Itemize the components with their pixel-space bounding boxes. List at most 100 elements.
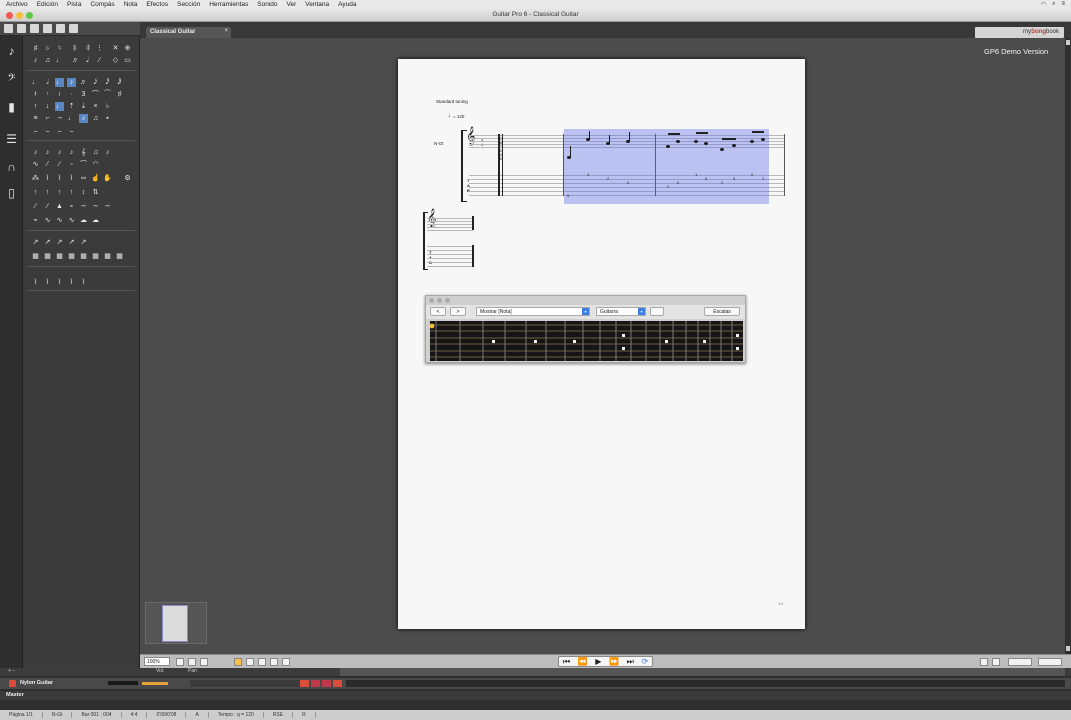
palette-symbol[interactable]: 𝄽 [31,90,40,99]
speed-select[interactable] [1008,658,1032,666]
palette-symbol[interactable]: − [55,128,64,137]
palette-symbol[interactable]: ♮ [55,44,64,53]
track-timeline[interactable] [346,680,1065,687]
palette-symbol[interactable]: ◇ [111,56,120,65]
menu-ver[interactable]: Ver [287,1,297,8]
volume-slider[interactable] [142,682,168,685]
tab-fret-number[interactable]: 1 [695,172,697,177]
palette-symbol[interactable]: ⌒ [79,160,88,169]
menu-ayuda[interactable]: Ayuda [338,1,356,8]
palette-symbol[interactable]: − [67,128,76,137]
close-tab-icon[interactable]: × [224,28,228,34]
palette-symbol[interactable]: ⋮ [95,44,104,53]
palette-symbol[interactable]: ∼ [103,202,112,211]
amp-palette-tab-icon[interactable]: ▮ [5,100,18,114]
palette-symbol-selected[interactable]: ♪ [67,78,76,87]
minimize-window-button[interactable] [437,298,442,303]
scroll-down-arrow-icon[interactable] [1066,646,1070,651]
palette-symbol[interactable]: ▦ [55,252,64,261]
palette-symbol[interactable]: ⌇ [43,174,52,183]
mixer-palette-tab-icon[interactable]: ☰ [5,132,18,146]
palette-symbol[interactable]: ⌐ [43,114,52,123]
palette-symbol[interactable]: ⌇ [67,174,76,183]
palette-symbol[interactable]: ▦ [103,252,112,261]
vertical-view-icon[interactable] [200,658,208,666]
palette-symbol[interactable]: ⌁ [31,216,40,225]
menu-compas[interactable]: Compás [90,1,114,8]
palette-symbol[interactable]: ▦ [67,252,76,261]
note-head[interactable] [732,144,736,147]
tab-fret-number[interactable]: 2 [607,176,609,181]
palette-symbol[interactable]: ♬ [79,78,88,87]
track-name[interactable]: Nylon Guitar [20,680,53,686]
zoom-window-button[interactable] [445,298,450,303]
palette-symbol[interactable]: − [43,128,52,137]
palette-symbol[interactable]: ⌇ [79,278,88,287]
palette-symbol[interactable]: ♩ [31,78,40,87]
palette-symbol[interactable]: 𝅗𝅥 [43,78,52,87]
palette-symbol[interactable]: ▲ [55,202,64,211]
go-to-start-icon[interactable]: ⏮ [563,657,570,667]
palette-symbol[interactable]: ⌇ [31,278,40,287]
palette-symbol[interactable]: · [67,90,76,99]
palette-symbol[interactable]: ↗ [31,238,40,247]
page-thumbnail-navigator[interactable] [145,602,207,644]
menu-edicion[interactable]: Edición [37,1,58,8]
bar-block[interactable] [300,680,309,687]
palette-symbol[interactable]: ▦ [91,252,100,261]
print-icon[interactable] [43,24,52,33]
add-track-icon[interactable]: + − [8,668,15,674]
palette-symbol[interactable]: ♪ [43,148,52,157]
palette-symbol[interactable]: ⌇ [43,278,52,287]
palette-symbol[interactable]: ♭ [43,44,52,53]
tab-fret-number[interactable]: 0 [751,172,753,177]
palette-symbol[interactable]: ∕ [55,160,64,169]
palette-symbol[interactable]: ↗ [67,238,76,247]
palette-symbol[interactable]: ∿ [43,216,52,225]
prev-button[interactable]: < [430,307,446,316]
open-file-icon[interactable] [17,24,26,33]
palette-symbol[interactable]: ∕ [31,202,40,211]
palette-symbol[interactable]: ↗ [79,238,88,247]
palette-symbol[interactable]: ⁀ [103,90,112,99]
tab-fret-number[interactable]: 0 [677,180,679,185]
loop-icon[interactable]: ⟳ [641,657,648,666]
palette-symbol[interactable]: 𝄞 [79,148,88,157]
tab-fret-number[interactable]: 0 [567,193,569,198]
voice-1-button[interactable] [234,658,242,666]
palette-symbol[interactable]: ♫ [91,148,100,157]
page-thumbnail[interactable] [162,605,188,642]
palette-symbol[interactable]: ▦ [115,252,124,261]
palette-symbol[interactable]: ♪ [67,148,76,157]
master-row[interactable]: Master [0,691,1071,700]
play-icon[interactable]: ▶ [595,657,601,666]
save-icon[interactable] [30,24,39,33]
palette-symbol[interactable]: ↑ [43,188,52,197]
palette-symbol[interactable]: ♯ [31,44,40,53]
palette-symbol[interactable]: ⁂ [31,174,40,183]
palette-symbol[interactable]: ♬ [71,56,80,65]
menu-herramientas[interactable]: Herramientas [209,1,248,8]
tempo-marking[interactable]: = 120 [453,114,464,119]
palette-symbol[interactable]: ↗ [43,238,52,247]
tab-fret-number[interactable]: 2 [721,180,723,185]
palette-symbol[interactable]: ∿ [55,216,64,225]
pencil-icon[interactable] [282,658,290,666]
undo-icon[interactable] [56,24,65,33]
show-mode-select[interactable]: Mostrar [Nota] ▾ [476,307,590,316]
palette-symbol[interactable]: ♪ [55,148,64,157]
palette-symbol[interactable]: 𝅘𝅥𝅯 [91,78,100,87]
palette-symbol[interactable]: ↑ [31,102,40,111]
palette-symbol[interactable]: ⌇ [55,278,64,287]
palette-symbol[interactable]: ∿ [67,216,76,225]
bar-block[interactable] [333,680,342,687]
palette-symbol[interactable]: 3 [79,90,88,99]
palette-symbol[interactable]: − [31,128,40,137]
fretboard-neck[interactable] [429,321,743,361]
voice-4-button[interactable] [270,658,278,666]
tab-fret-number[interactable]: 3 [733,176,735,181]
tab-fret-number[interactable]: 2 [667,184,669,189]
selected-bars-highlight[interactable] [564,129,769,204]
note-head[interactable] [720,148,724,151]
zoom-select[interactable]: 100% [144,657,170,666]
